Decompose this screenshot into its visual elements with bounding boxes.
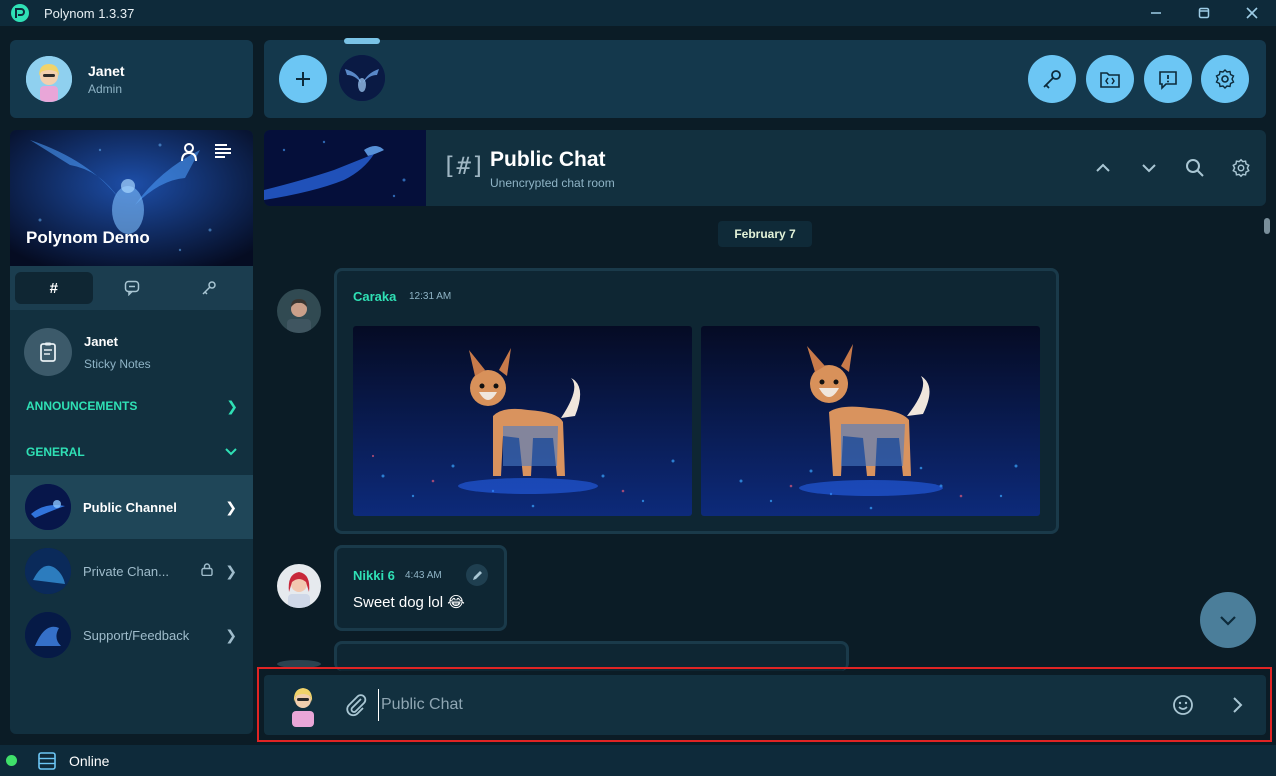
code-folder-icon — [1100, 72, 1120, 88]
chevron-down-icon — [1220, 616, 1236, 626]
chevron-right-icon: ❯ — [225, 562, 237, 579]
window-title: Polynom 1.3.37 — [44, 5, 135, 21]
channel-hash-icon: [#] — [442, 152, 486, 180]
server-banner: Polynom Demo — [10, 130, 253, 266]
user-avatar — [26, 56, 72, 102]
plus-icon — [296, 72, 310, 86]
tab-keys[interactable] — [170, 272, 248, 304]
settings-icon — [1232, 158, 1250, 178]
message-author[interactable]: Caraka — [353, 289, 396, 304]
minimize-button[interactable] — [1132, 0, 1180, 26]
minimize-icon — [1151, 12, 1161, 14]
chevron-up-icon — [1096, 163, 1110, 172]
info-icon — [1159, 71, 1177, 90]
chevron-right-icon: ❯ — [226, 397, 238, 414]
settings-icon — [1215, 69, 1235, 89]
tab-channels[interactable]: # — [15, 272, 93, 304]
keys-button[interactable] — [1028, 55, 1076, 103]
category-label: GENERAL — [26, 445, 85, 459]
member-list-button[interactable] — [180, 142, 202, 164]
polynom-logo-icon — [11, 4, 29, 22]
tab-direct-messages[interactable] — [93, 272, 171, 304]
channel-label: Support/Feedback — [83, 627, 190, 643]
person-icon — [181, 143, 197, 162]
sticky-label: Sticky Notes — [84, 356, 151, 371]
message-author[interactable]: Nikki 6 — [353, 568, 395, 583]
chevron-down-icon — [1142, 164, 1156, 173]
server-icon-polynom-demo[interactable] — [339, 55, 385, 101]
server-list-icon[interactable] — [37, 751, 57, 771]
notes-icon — [24, 328, 72, 376]
message-image[interactable] — [701, 326, 1040, 516]
message-image[interactable] — [353, 326, 692, 516]
search-icon — [1186, 159, 1204, 177]
sticky-notes-item[interactable]: Janet Sticky Notes — [24, 328, 151, 376]
maximize-icon — [1198, 7, 1210, 19]
status-bar: Online — [0, 745, 1276, 776]
add-server-button[interactable] — [279, 55, 327, 103]
date-divider: February 7 — [718, 221, 812, 247]
pencil-icon — [472, 570, 482, 580]
key-icon — [1043, 70, 1061, 89]
composer-highlight-frame — [257, 667, 1272, 742]
message-time: 12:31 AM — [409, 291, 452, 302]
channel-banner — [264, 130, 426, 206]
info-button[interactable] — [1144, 55, 1192, 103]
channel-settings-button[interactable] — [1229, 156, 1253, 180]
maximize-button[interactable] — [1180, 0, 1228, 26]
edit-message-button[interactable] — [466, 564, 488, 586]
channel-label: Public Channel — [83, 499, 177, 515]
title-bar: Polynom 1.3.37 — [0, 0, 1276, 26]
status-text: Online — [69, 752, 110, 769]
message-bubble — [334, 545, 507, 631]
message-text: Sweet dog lol 😂 — [353, 594, 465, 611]
online-status-dot — [6, 755, 17, 766]
channel-avatar — [25, 484, 71, 530]
lock-icon — [201, 563, 213, 579]
user-card[interactable]: Janet Admin — [10, 40, 253, 118]
user-role: Admin — [88, 81, 123, 96]
channel-subtitle: Unencrypted chat room — [490, 176, 615, 190]
chevron-right-icon: ❯ — [225, 498, 237, 515]
server-menu-button[interactable] — [214, 142, 236, 164]
server-toolbar — [264, 38, 1266, 118]
channel-support[interactable]: Support/Feedback ❯ — [10, 603, 253, 667]
code-folder-button[interactable] — [1086, 55, 1134, 103]
server-name: Polynom Demo — [26, 228, 150, 247]
scroll-to-bottom-button[interactable] — [1200, 592, 1256, 648]
message-avatar[interactable] — [277, 289, 321, 333]
active-server-indicator — [344, 38, 380, 44]
message-scrollbar[interactable] — [1264, 218, 1270, 234]
category-general[interactable]: GENERAL — [26, 442, 238, 462]
menu-lines-icon — [215, 144, 231, 158]
category-announcements[interactable]: ANNOUNCEMENTS ❯ — [26, 396, 238, 416]
sidebar: Polynom Demo # Janet Sticky Notes ANNOUN… — [10, 130, 253, 734]
key-icon — [202, 281, 216, 295]
chevron-right-icon: ❯ — [225, 626, 237, 643]
channel-header: [#] Public Chat Unencrypted chat room — [264, 130, 1266, 206]
next-button[interactable] — [1137, 156, 1161, 180]
search-button[interactable] — [1183, 156, 1207, 180]
channel-avatar — [25, 548, 71, 594]
settings-button[interactable] — [1201, 55, 1249, 103]
chat-bubble-icon — [124, 280, 139, 296]
channel-label: Private Chan... — [83, 563, 169, 579]
close-button[interactable] — [1228, 0, 1276, 26]
sticky-owner: Janet — [84, 333, 118, 349]
previous-button[interactable] — [1091, 156, 1115, 180]
user-name: Janet — [88, 62, 125, 79]
message-avatar[interactable] — [277, 564, 321, 608]
close-icon — [1246, 7, 1258, 19]
channel-public[interactable]: Public Channel ❯ — [10, 475, 253, 539]
channel-avatar — [25, 612, 71, 658]
sidebar-tabs: # — [10, 266, 253, 310]
message-time: 4:43 AM — [405, 570, 442, 581]
channel-title: Public Chat — [490, 148, 606, 171]
channel-private[interactable]: Private Chan... ❯ — [10, 539, 253, 603]
category-label: ANNOUNCEMENTS — [26, 399, 138, 413]
chevron-down-icon — [225, 448, 237, 456]
